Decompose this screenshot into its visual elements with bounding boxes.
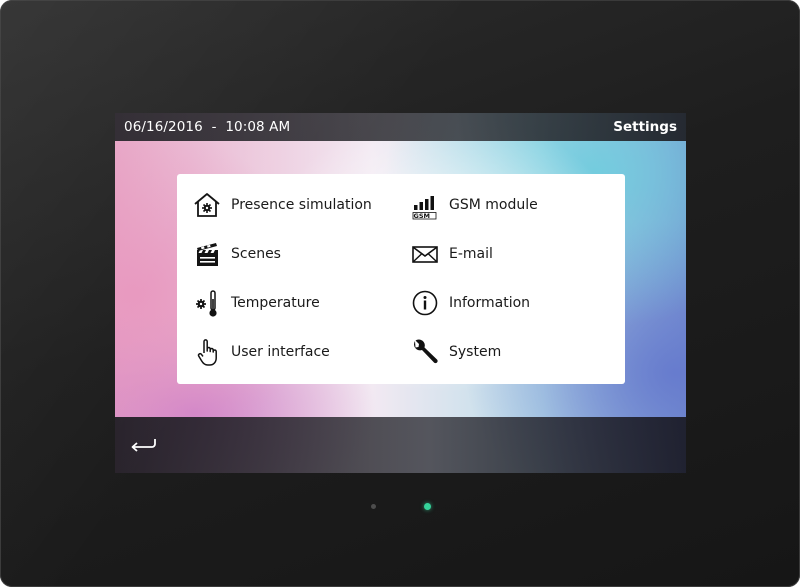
touch-panel-device: 06/16/2016 - 10:08 AM Settings Presence … — [0, 0, 800, 587]
ambient-sensor-dot — [371, 504, 376, 509]
clapperboard-icon — [191, 237, 223, 271]
menu-item-scenes[interactable]: Scenes — [191, 237, 401, 271]
hand-pointer-icon — [191, 335, 223, 369]
menu-item-label: Temperature — [231, 295, 320, 311]
settings-menu-panel: Presence simulation Scenes Temperature U… — [177, 174, 625, 384]
menu-item-presence-simulation[interactable]: Presence simulation — [191, 188, 401, 222]
wrench-icon — [409, 335, 441, 369]
menu-item-temperature[interactable]: Temperature — [191, 286, 401, 320]
return-arrow-icon — [127, 439, 161, 463]
status-led — [424, 503, 431, 510]
menu-item-user-interface[interactable]: User interface — [191, 335, 401, 369]
menu-item-system[interactable]: System — [409, 335, 619, 369]
bottom-bar — [115, 417, 686, 473]
menu-item-label: Scenes — [231, 246, 281, 262]
envelope-icon — [409, 237, 441, 271]
signal-bars-gsm-icon: GSM — [409, 188, 441, 222]
info-circle-icon — [409, 286, 441, 320]
status-bar: 06/16/2016 - 10:08 AM Settings — [115, 113, 686, 141]
menu-item-label: Information — [449, 295, 531, 311]
touch-screen: 06/16/2016 - 10:08 AM Settings Presence … — [115, 113, 686, 473]
menu-item-information[interactable]: Information — [409, 286, 619, 320]
menu-item-label: Presence simulation — [231, 197, 372, 213]
date-time: 06/16/2016 - 10:08 AM — [124, 119, 291, 135]
page-title: Settings — [613, 119, 677, 135]
menu-item-gsm-module[interactable]: GSM GSM module — [409, 188, 619, 222]
menu-item-label: E-mail — [449, 246, 493, 262]
menu-item-label: User interface — [231, 344, 330, 360]
back-button[interactable] — [127, 433, 161, 459]
menu-item-email[interactable]: E-mail — [409, 237, 619, 271]
thermometer-gear-icon — [191, 286, 223, 320]
menu-item-label: GSM module — [449, 197, 538, 213]
house-gear-icon — [191, 188, 223, 222]
menu-item-label: System — [449, 344, 502, 360]
